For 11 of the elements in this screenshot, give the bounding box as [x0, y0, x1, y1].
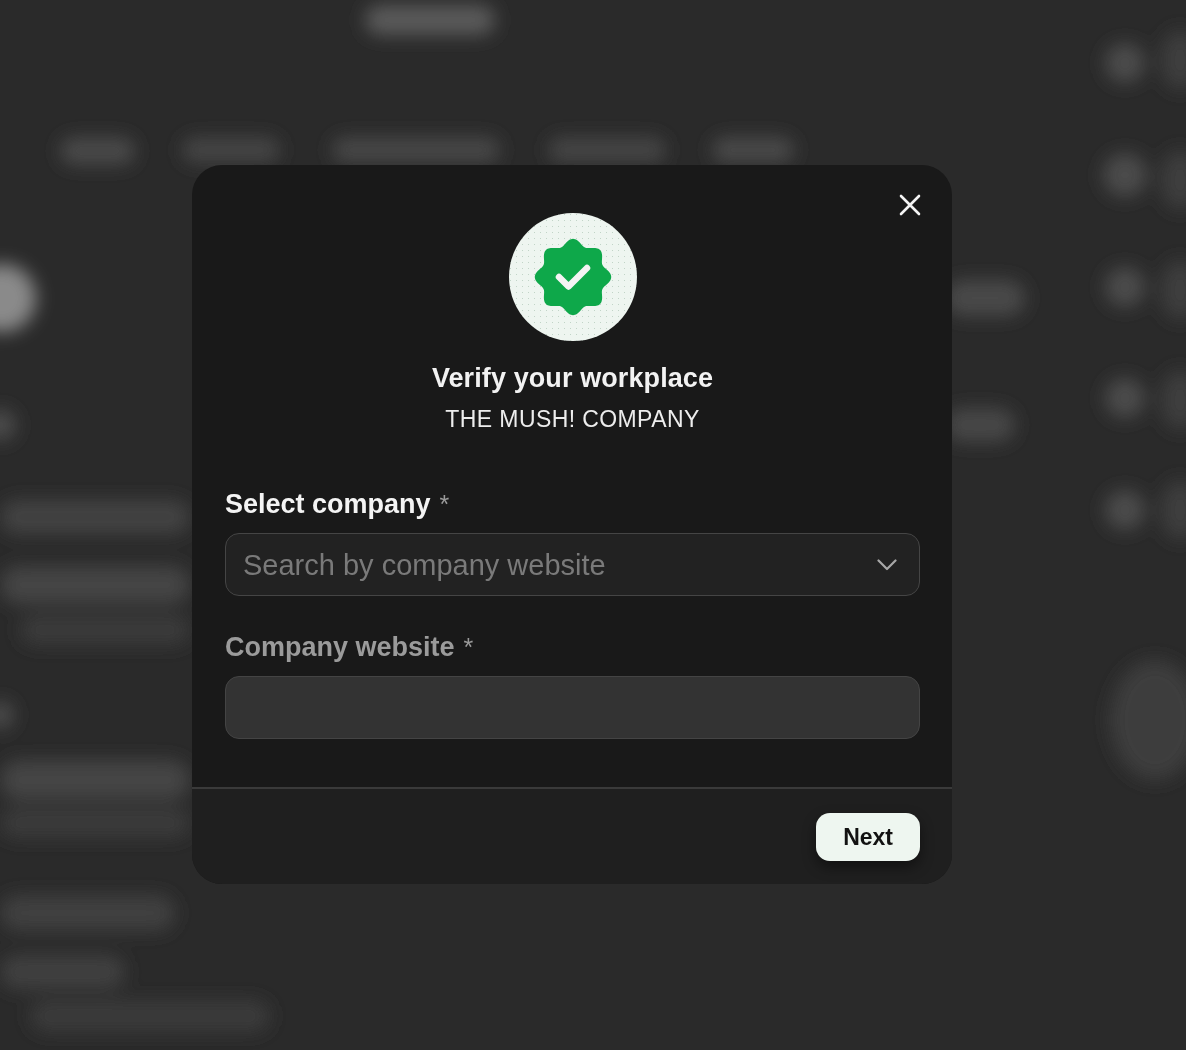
- required-asterisk: *: [463, 632, 474, 663]
- dialog-title: Verify your workplace: [431, 362, 714, 395]
- chevron-down-icon: [877, 558, 897, 571]
- field-label: Select company: [225, 488, 431, 520]
- company-select[interactable]: Search by company website: [225, 533, 920, 596]
- field-label: Company website: [225, 631, 455, 663]
- required-asterisk: *: [439, 489, 450, 520]
- verified-badge-icon: [508, 213, 637, 341]
- company-name: THE MUSH! COMPANY: [445, 405, 700, 433]
- next-button[interactable]: Next: [816, 813, 920, 861]
- close-icon: [899, 194, 921, 216]
